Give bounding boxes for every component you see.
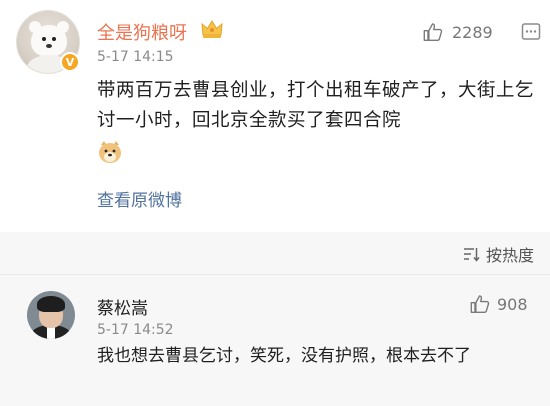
avatar-hair: [37, 296, 65, 312]
comment-text: 我也想去曹县乞讨，笑死，没有护照，根本去不了: [97, 346, 471, 366]
bear-nose: [46, 44, 52, 48]
comment-time: 5-17 14:52: [97, 322, 174, 338]
crown-icon: [201, 20, 223, 38]
weibo-post: V 全是狗粮呀 5-17 14:15 2289 带两百万去曹县创业，打个出租车破…: [0, 0, 550, 232]
bear-head: [31, 25, 67, 57]
post-time: 5-17 14:15: [97, 49, 174, 65]
avatar[interactable]: [27, 291, 75, 339]
post-like-button[interactable]: 2289: [422, 21, 493, 43]
bear-eye-right: [52, 37, 56, 41]
thumbs-up-icon: [423, 23, 443, 41]
sort-by-hot-button[interactable]: 按热度: [462, 242, 534, 266]
comment-like-button[interactable]: 908: [469, 293, 528, 315]
more-icon[interactable]: [521, 22, 541, 42]
post-text: 带两百万去曹县创业，打个出租车破产了，大街上乞讨一小时，回北京全款买了套四合院: [97, 80, 535, 131]
comment-sort-bar: 按热度: [0, 232, 550, 274]
sort-label: 按热度: [485, 246, 534, 265]
comment-item: 蔡松嵩 5-17 14:52 908 我也想去曹县乞讨，笑死，没有护照，根本去不…: [0, 275, 550, 406]
doge-emoji: [99, 141, 121, 163]
sort-icon: [463, 248, 480, 262]
view-original-link[interactable]: 查看原微博: [97, 186, 182, 211]
post-like-count: 2289: [452, 22, 493, 42]
comment-username[interactable]: 蔡松嵩: [97, 294, 148, 319]
verified-badge-icon: V: [60, 52, 80, 72]
comment-like-count: 908: [497, 294, 528, 314]
thumbs-up-icon: [470, 295, 490, 313]
bear-eye-left: [42, 37, 46, 41]
post-username[interactable]: 全是狗粮呀: [97, 19, 187, 45]
